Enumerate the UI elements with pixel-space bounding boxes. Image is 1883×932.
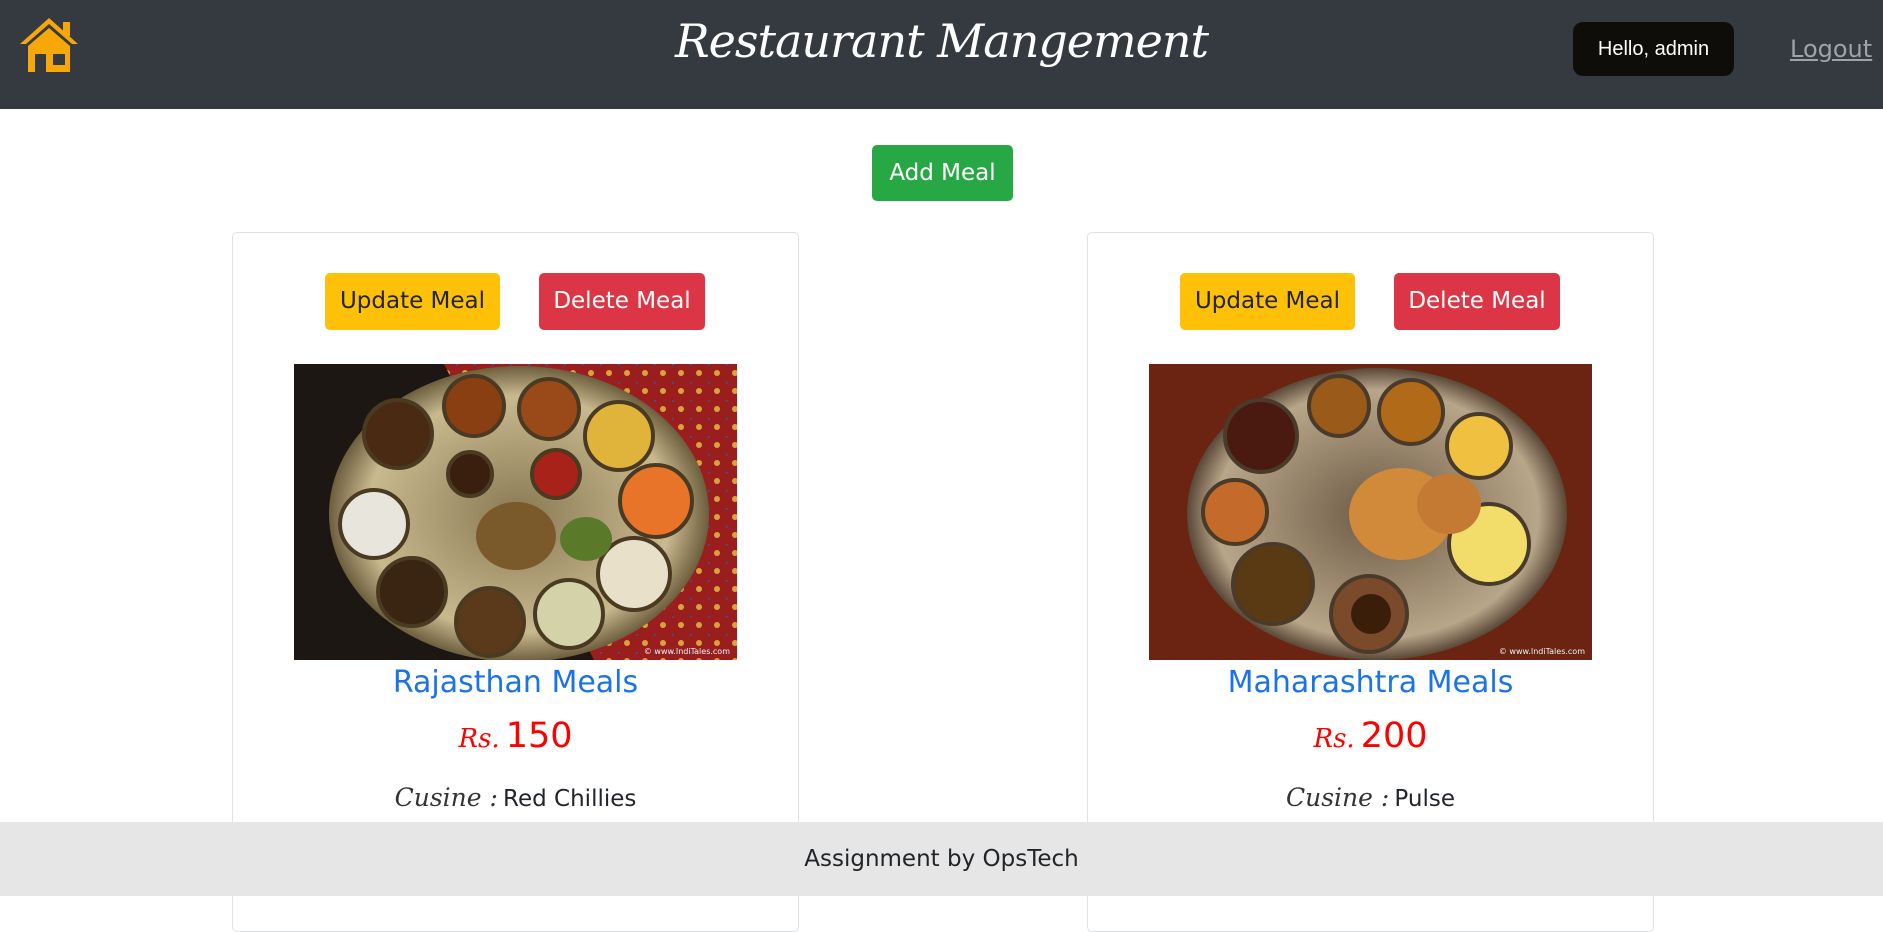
svg-text:© www.IndiTales.com: © www.IndiTales.com: [1499, 647, 1585, 656]
cuisine-row: Cusine : Red Chillies: [233, 777, 798, 822]
footer: Assignment by OpsTech: [0, 822, 1883, 896]
price-amount: 150: [505, 716, 573, 756]
top-navbar: Restaurant Mangement Hello, admin Logout: [0, 0, 1883, 109]
meal-name: Rajasthan Meals: [392, 665, 639, 700]
price-amount: 200: [1360, 716, 1428, 756]
meal-image: © www.IndiTales.com: [294, 364, 737, 660]
logout-link[interactable]: Logout: [1790, 32, 1872, 66]
meal-price: Rs. 150: [233, 707, 798, 771]
footer-text: Assignment by OpsTech: [804, 846, 1079, 872]
svg-text:© www.IndiTales.com: © www.IndiTales.com: [644, 647, 730, 656]
meal-price: Rs. 200: [1088, 707, 1653, 771]
meal-name: Maharashtra Meals: [1227, 665, 1514, 700]
cuisine-row: Cusine : Pulse: [1088, 777, 1653, 822]
delete-meal-button[interactable]: Delete Meal: [1394, 273, 1560, 330]
update-meal-button[interactable]: Update Meal: [325, 273, 500, 330]
update-meal-button[interactable]: Update Meal: [1180, 273, 1355, 330]
cuisine-value: Pulse: [1394, 786, 1455, 812]
delete-meal-button[interactable]: Delete Meal: [539, 273, 705, 330]
user-greeting: Hello, admin: [1573, 22, 1734, 76]
currency-label: Rs.: [1313, 724, 1355, 754]
add-meal-button[interactable]: Add Meal: [872, 145, 1013, 201]
meal-image: © www.IndiTales.com: [1149, 364, 1592, 660]
cuisine-label: Cusine :: [394, 783, 498, 812]
cuisine-value: Red Chillies: [503, 786, 637, 812]
currency-label: Rs.: [458, 724, 500, 754]
cuisine-label: Cusine :: [1286, 783, 1390, 812]
